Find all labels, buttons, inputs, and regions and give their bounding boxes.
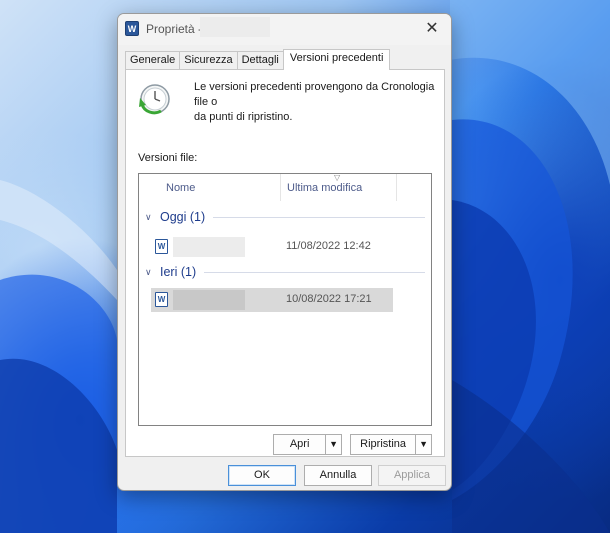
description-text: Le versioni precedenti provengono da Cro…: [194, 80, 439, 125]
word-icon: W: [125, 21, 139, 36]
description-line-1: Le versioni precedenti provengono da Cro…: [194, 81, 435, 108]
title-bar[interactable]: W Proprietà - ✕: [118, 14, 451, 45]
column-header-name[interactable]: Nome: [151, 174, 281, 201]
open-button[interactable]: Apri: [274, 435, 325, 454]
tab-versioni-precedenti[interactable]: Versioni precedenti: [282, 49, 391, 70]
redacted-filename: [173, 237, 245, 257]
chevron-down-icon: ∨: [145, 266, 152, 277]
group-header-ieri[interactable]: ∨ Ieri (1): [145, 263, 425, 281]
versions-label: Versioni file:: [138, 152, 198, 164]
word-document-icon: W: [155, 292, 168, 307]
file-row[interactable]: W 11/08/2022 12:42: [151, 235, 393, 259]
chevron-down-icon: ∨: [145, 211, 152, 222]
file-date: 10/08/2022 17:21: [286, 293, 372, 305]
restore-split-button: Ripristina ▼: [350, 434, 432, 455]
sort-caret-icon: ▽: [334, 173, 341, 182]
open-split-button: Apri ▼: [273, 434, 342, 455]
word-document-icon: W: [155, 239, 168, 254]
open-dropdown-arrow-icon[interactable]: ▼: [325, 435, 341, 454]
file-row-selected[interactable]: W 10/08/2022 17:21: [151, 288, 393, 312]
group-label: Oggi (1): [160, 210, 206, 224]
close-button[interactable]: ✕: [421, 19, 443, 39]
restore-dropdown-arrow-icon[interactable]: ▼: [415, 435, 431, 454]
tab-sicurezza[interactable]: Sicurezza: [179, 51, 238, 70]
ok-button[interactable]: OK: [228, 465, 296, 486]
group-label: Ieri (1): [160, 265, 197, 279]
tab-dettagli[interactable]: Dettagli: [236, 51, 284, 70]
versions-panel: Le versioni precedenti provengono da Cro…: [125, 69, 445, 457]
file-versions-list[interactable]: Nome Ultima modifica ▽ ∨ Oggi (1) W 11/0…: [138, 173, 432, 426]
description-line-2: da punti di ripristino.: [194, 111, 293, 123]
tab-generale[interactable]: Generale: [125, 51, 181, 70]
group-header-oggi[interactable]: ∨ Oggi (1): [145, 208, 425, 226]
group-divider: [213, 216, 425, 218]
properties-dialog: W Proprietà - ✕ Generale Sicurezza Detta…: [117, 13, 452, 491]
window-title: Proprietà -: [146, 22, 203, 36]
restore-button[interactable]: Ripristina: [351, 435, 415, 454]
tab-strip: Generale Sicurezza Dettagli Versioni pre…: [125, 49, 391, 70]
apply-button[interactable]: Applica: [378, 465, 446, 486]
redacted-filename: [173, 290, 245, 310]
cancel-button[interactable]: Annulla: [304, 465, 372, 486]
redacted-filename: [200, 17, 270, 37]
file-date: 11/08/2022 12:42: [286, 240, 371, 252]
file-history-icon: [139, 84, 170, 115]
group-divider: [204, 271, 425, 273]
